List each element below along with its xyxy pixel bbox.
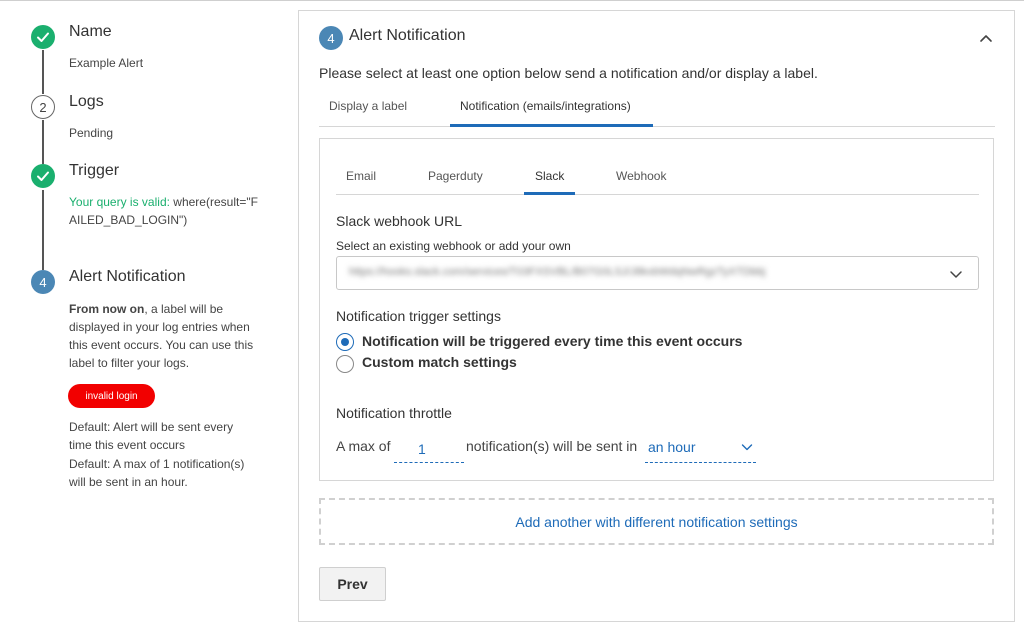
- chevron-up-icon[interactable]: [976, 28, 996, 48]
- active-tab-indicator: [450, 124, 653, 127]
- webhook-select[interactable]: https://hooks.slack.com/services/T03FXSV…: [336, 256, 979, 290]
- query-valid-label: Your query is valid:: [69, 195, 170, 209]
- step-4-number: 4: [31, 270, 55, 294]
- step-3-complete-icon: [31, 164, 55, 188]
- step-connector: [42, 120, 44, 164]
- step-connector: [42, 190, 44, 270]
- step-connector: [42, 50, 44, 94]
- tab-notification[interactable]: Notification (emails/integrations): [460, 99, 631, 113]
- step-3-title[interactable]: Trigger: [69, 162, 119, 180]
- panel-title: Alert Notification: [349, 27, 466, 44]
- step-3-summary: Your query is valid: where(result="FAILE…: [69, 193, 259, 229]
- add-another-button[interactable]: Add another with different notification …: [319, 498, 994, 545]
- panel-step-number: 4: [319, 26, 343, 50]
- prev-button[interactable]: Prev: [319, 567, 386, 601]
- tab-display-label[interactable]: Display a label: [329, 99, 407, 113]
- label-preview-pill: invalid login: [68, 384, 155, 408]
- throttle-period-value: an hour: [648, 439, 696, 455]
- default-throttle-note: Default: A max of 1 notification(s) will…: [69, 457, 245, 489]
- webhook-url-value: https://hooks.slack.com/services/T03FXSV…: [349, 266, 766, 278]
- step-4-description: From now on, a label will be displayed i…: [69, 300, 264, 372]
- channel-tabs-divider: [336, 194, 979, 195]
- description-emphasis: From now on: [69, 302, 145, 316]
- radio-every-event-label[interactable]: Notification will be triggered every tim…: [362, 333, 742, 349]
- step-2-summary: Pending: [69, 126, 114, 140]
- channel-tab-slack[interactable]: Slack: [535, 169, 564, 183]
- radio-custom-match-label[interactable]: Custom match settings: [362, 354, 517, 370]
- radio-custom-match[interactable]: [336, 355, 354, 373]
- throttle-middle-text: notification(s) will be sent in: [466, 438, 638, 454]
- channel-tab-email[interactable]: Email: [346, 169, 376, 183]
- tabs-divider: [319, 126, 995, 127]
- chevron-down-icon: [740, 440, 754, 454]
- throttle-quantity-input[interactable]: [394, 435, 464, 463]
- active-channel-indicator: [524, 192, 575, 195]
- step-1-summary: Example Alert: [69, 56, 144, 70]
- trigger-heading: Notification trigger settings: [336, 308, 501, 324]
- throttle-heading: Notification throttle: [336, 405, 452, 421]
- step-2-title[interactable]: Logs: [69, 93, 104, 111]
- step-1-title[interactable]: Name: [69, 23, 112, 41]
- chevron-down-icon: [948, 266, 964, 282]
- channel-tab-webhook[interactable]: Webhook: [616, 169, 666, 183]
- radio-every-event[interactable]: [336, 333, 354, 351]
- panel-instruction: Please select at least one option below …: [319, 65, 818, 81]
- step-1-complete-icon: [31, 25, 55, 49]
- webhook-heading: Slack webhook URL: [336, 213, 463, 229]
- step-2-number: 2: [31, 95, 55, 119]
- top-divider: [0, 0, 1024, 1]
- channel-tab-pagerduty[interactable]: Pagerduty: [428, 169, 483, 183]
- throttle-prefix: A max of: [336, 438, 391, 454]
- webhook-hint: Select an existing webhook or add your o…: [336, 239, 571, 253]
- step-4-title[interactable]: Alert Notification: [69, 268, 186, 286]
- default-alert-note: Default: Alert will be sent every time t…: [69, 420, 234, 452]
- throttle-period-select[interactable]: an hour: [645, 435, 756, 463]
